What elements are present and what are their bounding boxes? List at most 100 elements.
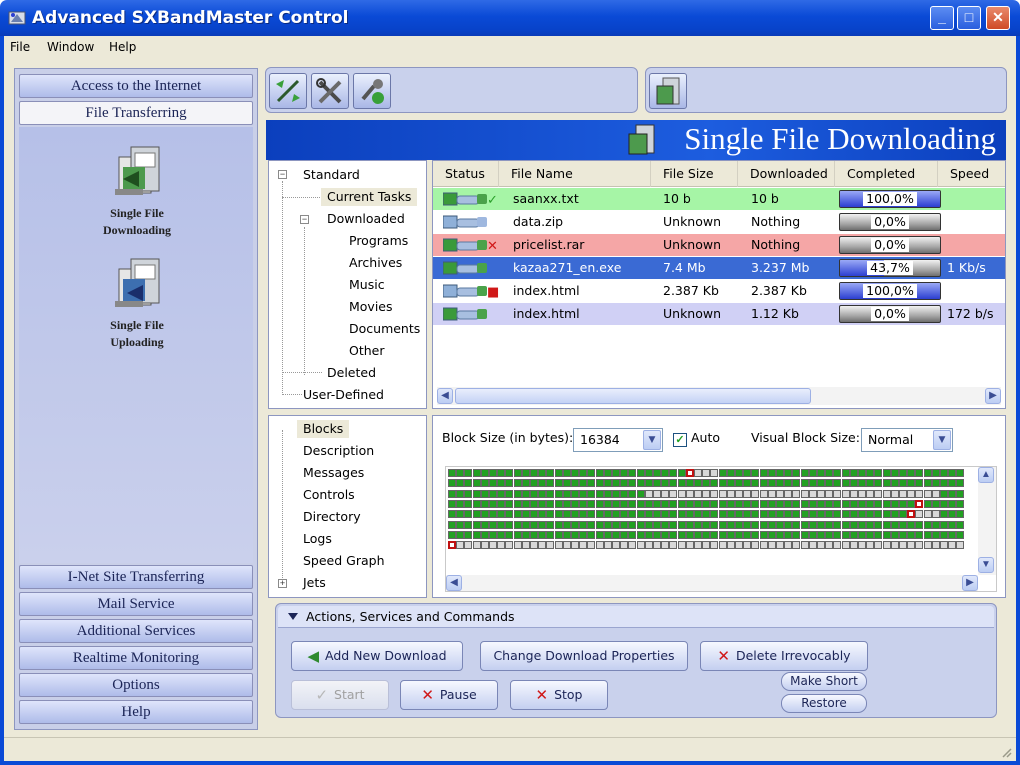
scroll-right-icon[interactable]: ▶ <box>985 388 1001 404</box>
nav-access-internet[interactable]: Access to the Internet <box>19 74 253 98</box>
nav-mail-service[interactable]: Mail Service <box>19 592 253 616</box>
tree-downloaded[interactable]: Downloaded <box>327 210 405 228</box>
collapse-triangle-icon[interactable] <box>288 613 298 620</box>
nav-help[interactable]: Help <box>19 700 253 724</box>
delete-irrevocably-button[interactable]: ✕ Delete Irrevocably <box>700 641 868 671</box>
column-file-name[interactable]: File Name <box>499 161 651 187</box>
stop-button[interactable]: ✕ Stop <box>510 680 608 710</box>
data-block <box>956 510 965 519</box>
visual-block-size-value: Normal <box>868 432 914 447</box>
nav-realtime-monitoring[interactable]: Realtime Monitoring <box>19 646 253 670</box>
block-size-select[interactable]: 16384 ▼ <box>573 428 663 452</box>
visual-block-size-select[interactable]: Normal ▼ <box>861 428 953 452</box>
info-messages[interactable]: Messages <box>303 464 364 482</box>
scroll-left-icon[interactable]: ◀ <box>437 388 453 404</box>
info-speed-graph[interactable]: Speed Graph <box>303 552 385 570</box>
table-row[interactable]: index.html Unknown 1.12 Kb 172 b/s 0,0% <box>433 303 1005 325</box>
column-speed[interactable]: Speed <box>938 161 1005 187</box>
data-block <box>792 499 801 508</box>
toolbar-tools-button[interactable] <box>311 73 349 109</box>
info-controls[interactable]: Controls <box>303 486 355 504</box>
info-jets[interactable]: Jets <box>303 574 326 592</box>
tree-collapse-toggle[interactable]: − <box>300 215 309 224</box>
scroll-left-icon[interactable]: ◀ <box>446 575 462 591</box>
nav-options[interactable]: Options <box>19 673 253 697</box>
tree-user-defined[interactable]: User-Defined <box>303 386 384 404</box>
add-new-download-button[interactable]: ◀ Add New Download <box>291 641 463 671</box>
data-block <box>735 520 743 529</box>
single-file-uploading-tool[interactable]: Single File Uploading <box>91 253 183 351</box>
data-block <box>931 479 940 488</box>
data-block <box>513 541 522 550</box>
data-block <box>849 499 858 508</box>
single-file-downloading-tool[interactable]: Single File Downloading <box>91 141 183 239</box>
data-block <box>448 469 456 477</box>
scroll-thumb[interactable] <box>455 388 811 404</box>
menu-help[interactable]: Help <box>109 40 136 54</box>
scroll-down-icon[interactable]: ▼ <box>978 557 994 573</box>
change-download-properties-button[interactable]: Change Download Properties <box>480 641 688 671</box>
table-row[interactable]: ✕ pricelist.rar Unknown Nothing 0,0% <box>433 234 1005 256</box>
nav-additional-services[interactable]: Additional Services <box>19 619 253 643</box>
table-row[interactable]: ✓ saanxx.txt 10 b 10 b 100,0% <box>433 188 1005 210</box>
tree-programs[interactable]: Programs <box>349 232 408 250</box>
pause-button[interactable]: ✕ Pause <box>400 680 498 710</box>
actions-header[interactable]: Actions, Services and Commands <box>278 606 994 628</box>
info-blocks[interactable]: Blocks <box>297 420 350 438</box>
menu-window[interactable]: Window <box>47 40 94 54</box>
data-block <box>825 469 834 477</box>
tree-expand-toggle[interactable]: + <box>278 579 287 588</box>
vertical-scrollbar[interactable]: ▲ ▼ <box>978 467 996 575</box>
data-block <box>464 499 473 508</box>
tree-movies[interactable]: Movies <box>349 298 393 316</box>
task-file-name: kazaa271_en.exe <box>513 260 622 275</box>
tree-archives[interactable]: Archives <box>349 254 402 272</box>
nav-inet-site-transferring[interactable]: I-Net Site Transferring <box>19 565 253 589</box>
chevron-down-icon[interactable]: ▼ <box>643 430 661 450</box>
restore-button[interactable]: Restore <box>781 694 867 713</box>
horizontal-scrollbar[interactable]: ◀ ▶ <box>446 575 978 591</box>
data-block <box>661 510 670 519</box>
data-block <box>554 530 563 539</box>
scroll-up-icon[interactable]: ▲ <box>978 467 994 483</box>
data-block <box>808 541 817 550</box>
horizontal-scrollbar[interactable]: ◀ ▶ <box>437 387 1001 405</box>
tree-deleted[interactable]: Deleted <box>327 364 376 382</box>
data-block <box>538 541 547 550</box>
toolbar-connect-button[interactable] <box>269 73 307 109</box>
auto-checkbox[interactable]: ✓ <box>673 433 687 447</box>
tree-standard[interactable]: Standard <box>303 166 360 184</box>
column-file-size[interactable]: File Size <box>651 161 738 187</box>
tree-documents[interactable]: Documents <box>349 320 420 338</box>
make-short-button[interactable]: Make Short <box>781 672 867 691</box>
table-row[interactable]: kazaa271_en.exe 7.4 Mb 3.237 Mb 1 Kb/s 43,7% <box>433 257 1005 279</box>
info-logs[interactable]: Logs <box>303 530 332 548</box>
data-block <box>571 510 579 519</box>
chevron-down-icon[interactable]: ▼ <box>933 430 951 450</box>
info-description[interactable]: Description <box>303 442 374 460</box>
column-downloaded[interactable]: Downloaded <box>738 161 835 187</box>
close-button[interactable]: ✕ <box>986 6 1010 30</box>
tree-current-tasks[interactable]: Current Tasks <box>321 188 418 206</box>
nav-file-transferring[interactable]: File Transferring <box>19 101 253 125</box>
tree-collapse-toggle[interactable]: − <box>278 170 287 179</box>
table-row[interactable]: data.zip Unknown Nothing 0,0% <box>433 211 1005 233</box>
data-block <box>767 541 776 550</box>
column-status[interactable]: Status <box>433 161 499 187</box>
maximize-button[interactable]: □ <box>957 6 981 30</box>
menu-file[interactable]: File <box>10 40 30 54</box>
column-completed[interactable]: Completed <box>835 161 938 187</box>
data-block <box>882 541 891 550</box>
info-directory[interactable]: Directory <box>303 508 361 526</box>
table-row[interactable]: ■ index.html 2.387 Kb 2.387 Kb 100,0% <box>433 280 1005 302</box>
tree-music[interactable]: Music <box>349 276 385 294</box>
tree-other[interactable]: Other <box>349 342 385 360</box>
scroll-right-icon[interactable]: ▶ <box>962 575 978 591</box>
toolbar-download-mode-button[interactable] <box>649 73 687 109</box>
resize-grip-icon[interactable] <box>1000 746 1012 758</box>
minimize-button[interactable]: _ <box>930 6 954 30</box>
data-block <box>882 530 891 539</box>
start-button[interactable]: ✓ Start <box>291 680 389 710</box>
data-block <box>718 469 727 477</box>
toolbar-settings-button[interactable] <box>353 73 391 109</box>
